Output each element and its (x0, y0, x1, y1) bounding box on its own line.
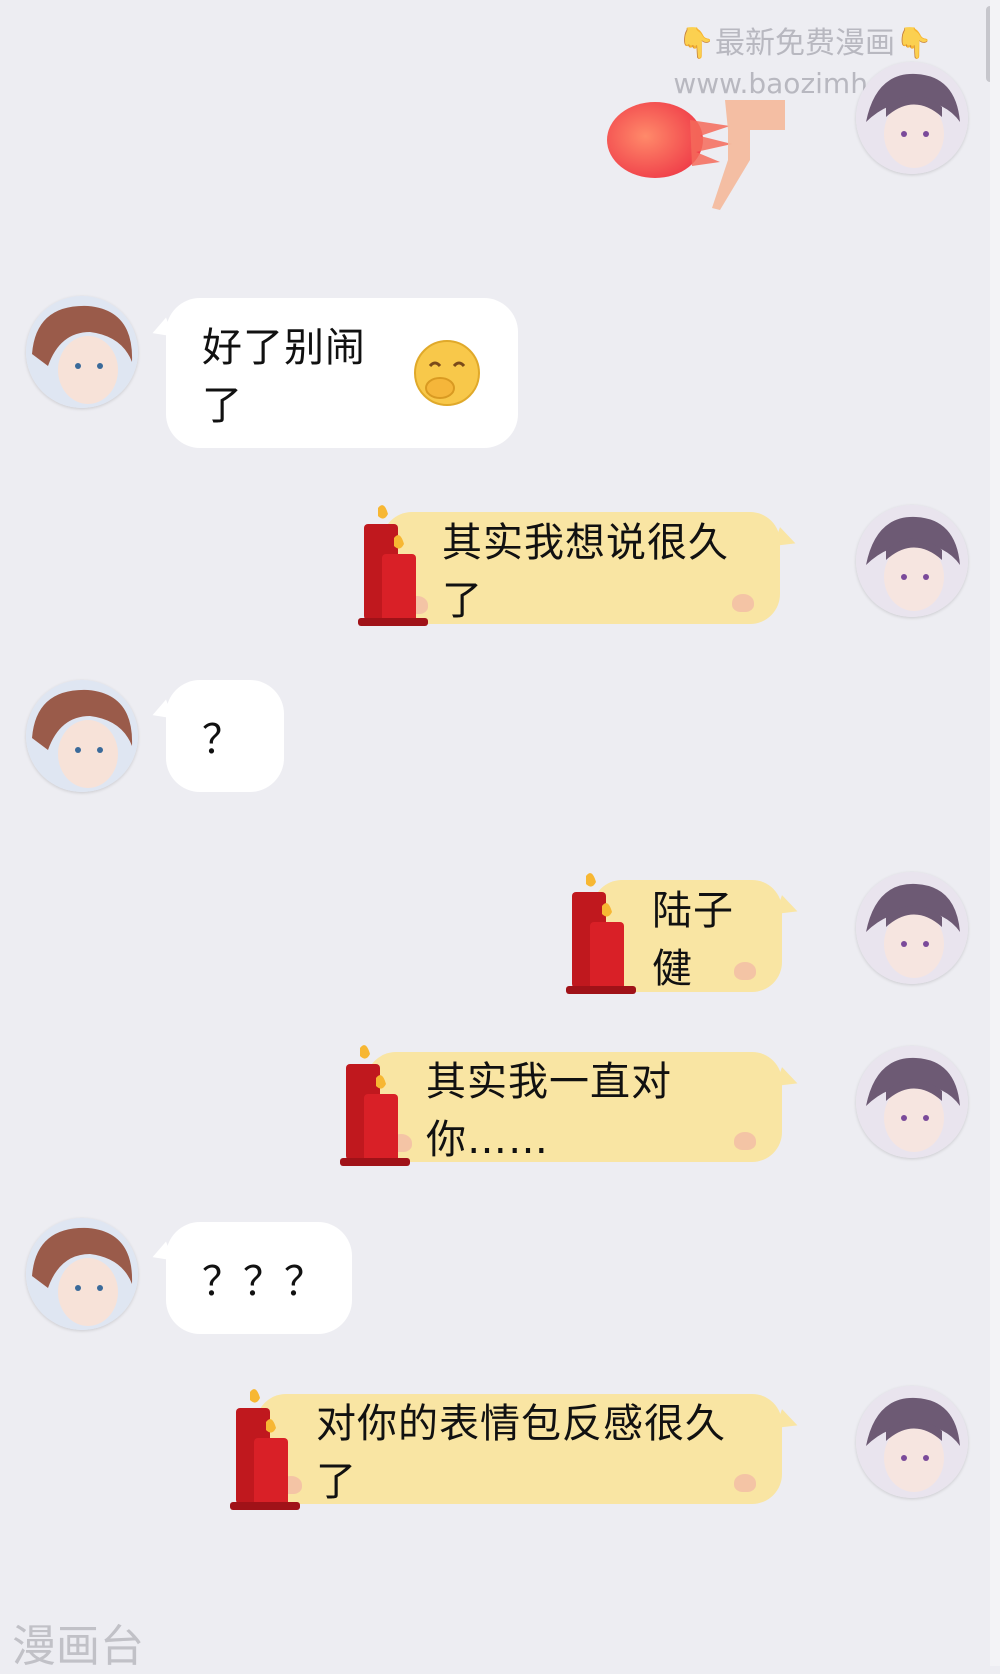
avatar-friend[interactable] (26, 296, 138, 408)
candle-icon (358, 500, 430, 630)
avatar-me[interactable] (856, 505, 968, 617)
pointing-down-icon: 👇 (677, 26, 715, 61)
message-text: 其实我一直对你…… (426, 1059, 672, 1163)
shy-emoji-icon (412, 338, 482, 408)
message-bubble-friend[interactable]: ？ (166, 680, 284, 792)
heart-decoration (732, 594, 754, 612)
message-text: 其实我想说很久了 (442, 520, 729, 624)
pointing-down-icon: 👇 (895, 26, 933, 61)
candle-icon (566, 868, 638, 998)
watermark-top-text: 最新免费漫画 (715, 26, 895, 61)
message-bubble-friend[interactable]: ？？？ (166, 1222, 352, 1334)
message-bubble-me[interactable]: 其实我想说很久了 (382, 512, 780, 624)
message-bubble-me[interactable]: 对你的表情包反感很久了 (256, 1394, 782, 1505)
watermark-bottom: 漫画台 (12, 1621, 144, 1672)
chat-window: 👇最新免费漫画👇 www.baozimh.com 好了别闹了 其实我想说很久了 … (0, 0, 1000, 1672)
message-text: ？？？ (202, 1259, 325, 1305)
message-text: 对你的表情包反感很久了 (316, 1401, 726, 1505)
message-bubble-me[interactable]: 其实我一直对你…… (366, 1052, 782, 1163)
message-bubble-friend[interactable]: 好了别闹了 (166, 298, 518, 448)
fireball-sticker[interactable] (600, 90, 790, 220)
candle-icon (340, 1040, 412, 1170)
message-text: ？ (202, 717, 243, 763)
avatar-friend[interactable] (26, 680, 138, 792)
heart-decoration (734, 962, 756, 980)
avatar-friend[interactable] (26, 1218, 138, 1330)
candle-icon (230, 1384, 302, 1514)
scroll-track (990, 0, 1000, 1666)
avatar-me[interactable] (856, 872, 968, 984)
message-text: 好了别闹了 (202, 325, 366, 429)
avatar-me[interactable] (856, 62, 968, 174)
avatar-me[interactable] (856, 1386, 968, 1498)
heart-decoration (734, 1474, 756, 1492)
heart-decoration (734, 1132, 756, 1150)
avatar-me[interactable] (856, 1046, 968, 1158)
